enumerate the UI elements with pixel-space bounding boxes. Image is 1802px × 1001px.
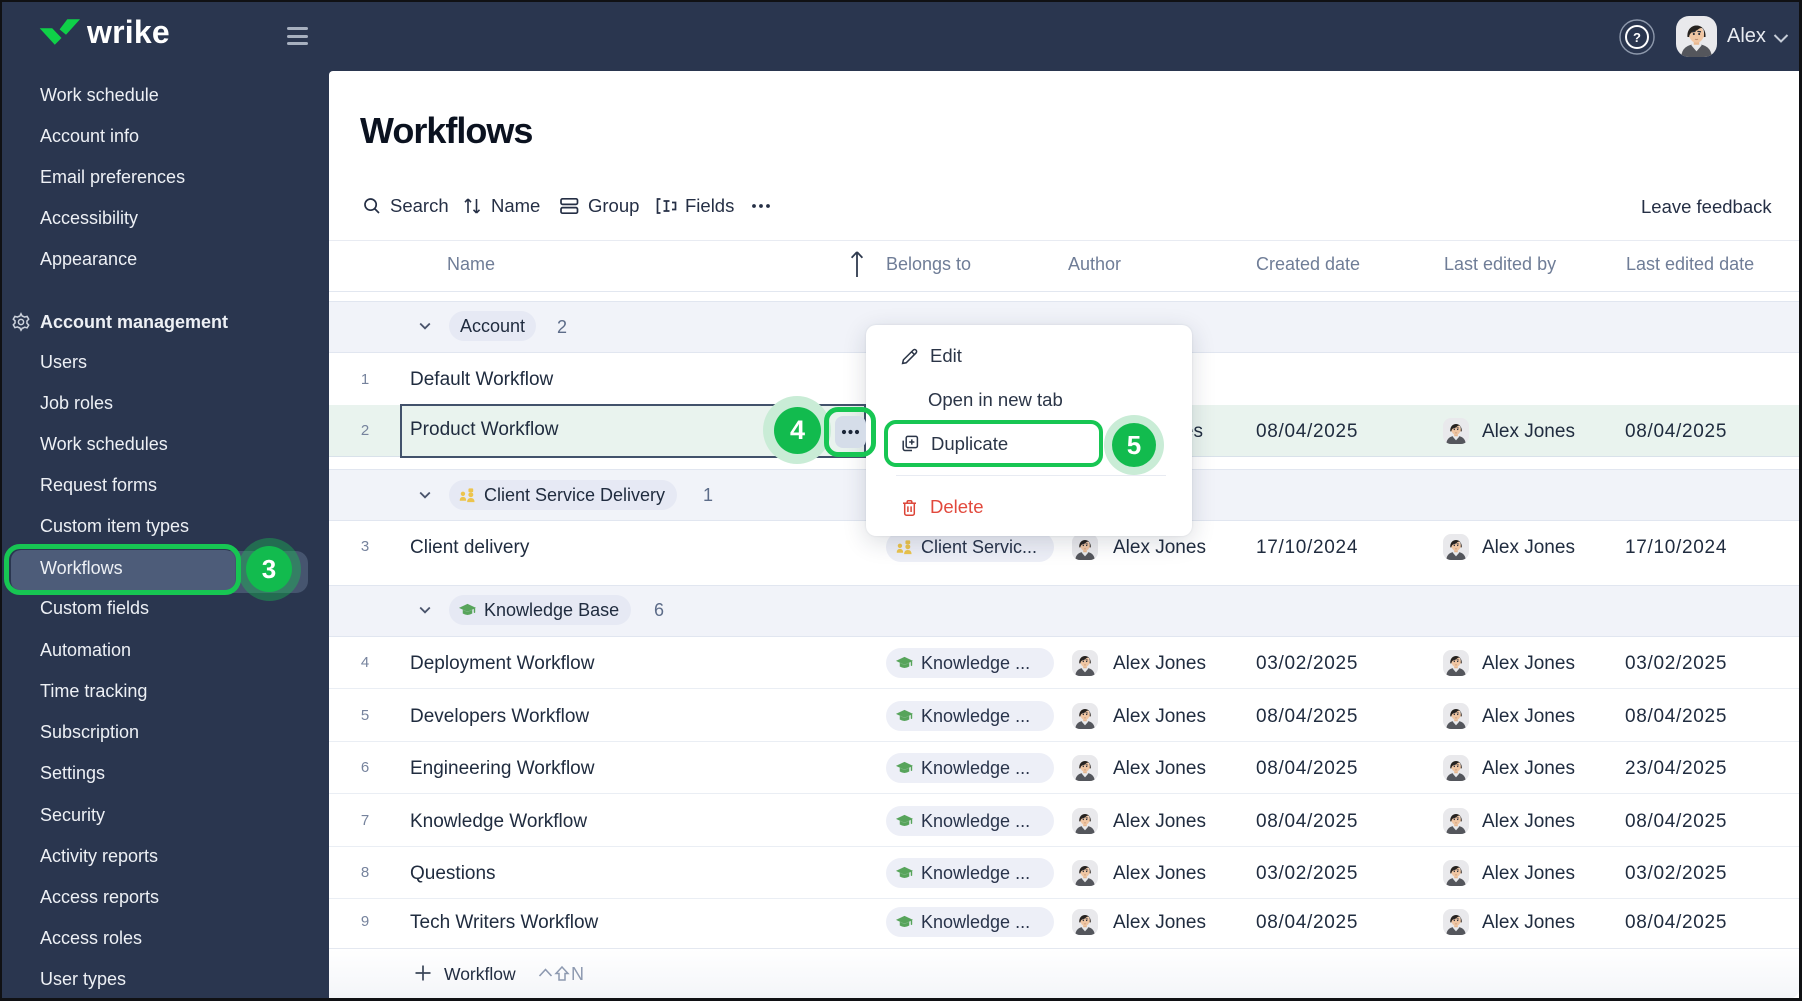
svg-text:?: ? (1633, 30, 1641, 45)
